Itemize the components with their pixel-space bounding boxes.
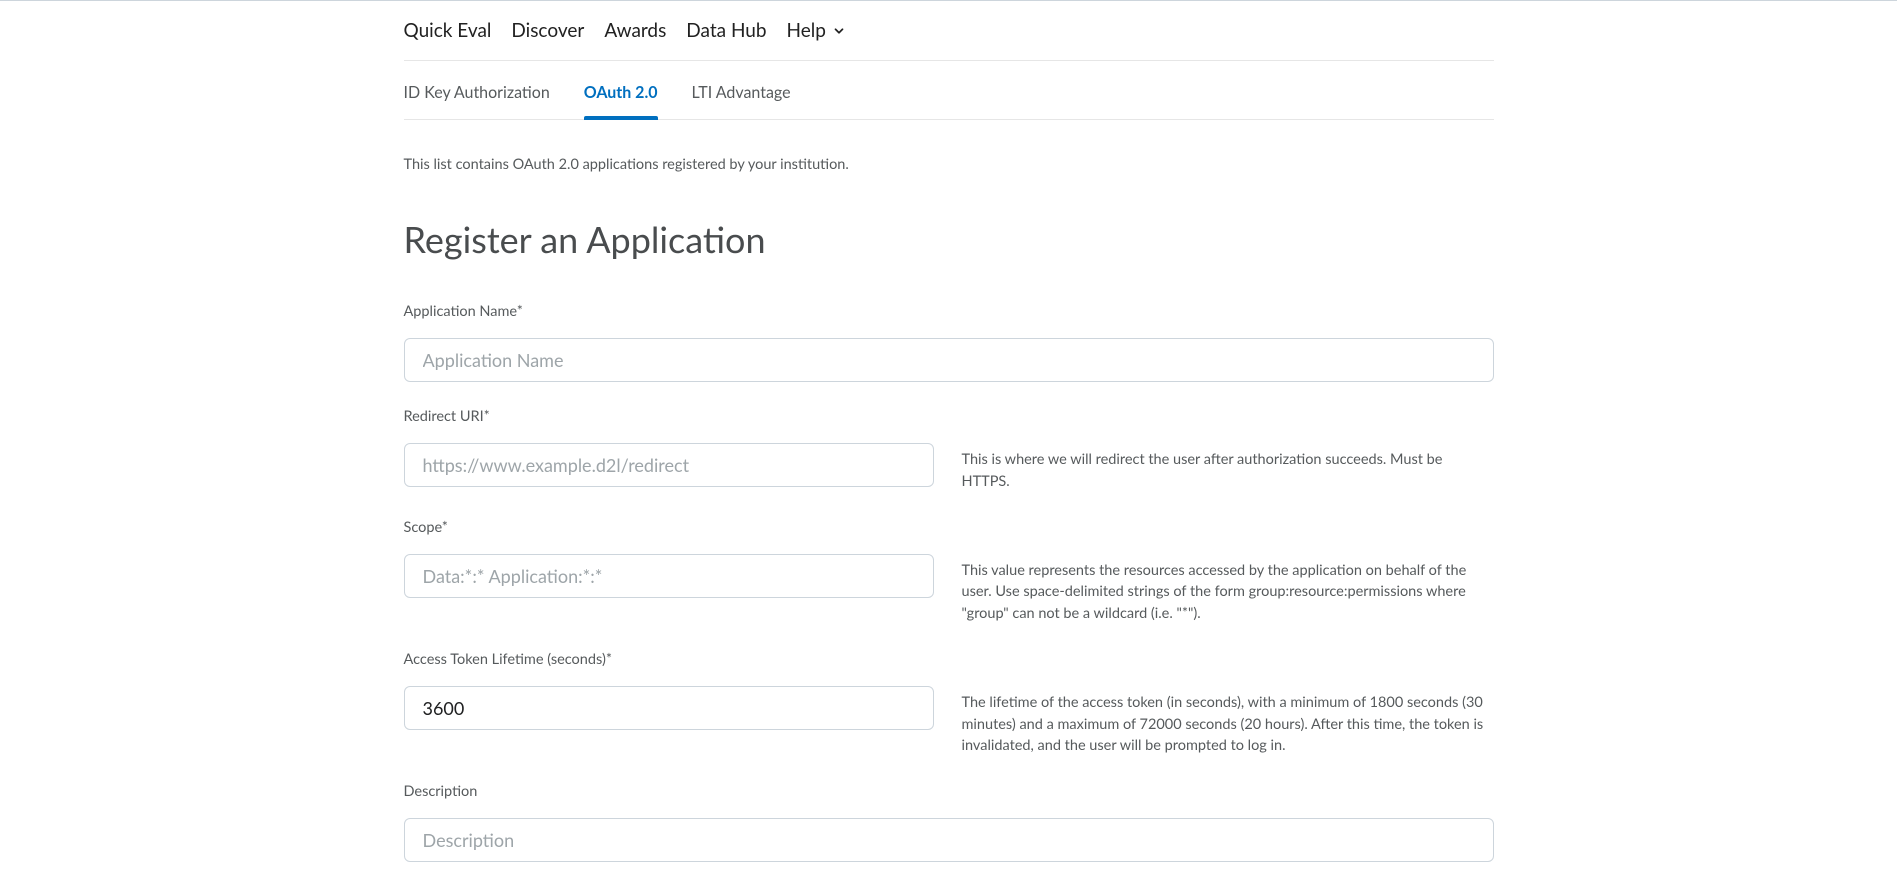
nav-quick-eval[interactable]: Quick Eval bbox=[404, 19, 492, 42]
nav-data-hub[interactable]: Data Hub bbox=[686, 19, 766, 42]
token-lifetime-row: The lifetime of the access token (in sec… bbox=[404, 686, 1494, 757]
scope-input[interactable] bbox=[404, 554, 934, 598]
scope-input-wrap bbox=[404, 554, 934, 598]
form-group-app-name: Application Name* bbox=[404, 303, 1494, 382]
nav-discover-label: Discover bbox=[511, 19, 584, 42]
form-group-description: Description bbox=[404, 783, 1494, 862]
app-name-input[interactable] bbox=[404, 338, 1494, 382]
scope-help: This value represents the resources acce… bbox=[962, 554, 1494, 625]
form-group-redirect-uri: Redirect URI* This is where we will redi… bbox=[404, 408, 1494, 493]
nav-awards[interactable]: Awards bbox=[604, 19, 666, 42]
nav-discover[interactable]: Discover bbox=[511, 19, 584, 42]
sub-tabs: ID Key Authorization OAuth 2.0 LTI Advan… bbox=[404, 61, 1494, 120]
description-input[interactable] bbox=[404, 818, 1494, 862]
redirect-uri-row: This is where we will redirect the user … bbox=[404, 443, 1494, 493]
scope-label: Scope* bbox=[404, 519, 1494, 536]
tab-lti-advantage[interactable]: LTI Advantage bbox=[692, 83, 791, 119]
token-lifetime-input[interactable] bbox=[404, 686, 934, 730]
nav-quick-eval-label: Quick Eval bbox=[404, 19, 492, 42]
tab-oauth2-label: OAuth 2.0 bbox=[584, 83, 658, 102]
tab-oauth2[interactable]: OAuth 2.0 bbox=[584, 83, 658, 119]
redirect-uri-label: Redirect URI* bbox=[404, 408, 1494, 425]
token-lifetime-label: Access Token Lifetime (seconds)* bbox=[404, 651, 1494, 668]
redirect-uri-help: This is where we will redirect the user … bbox=[962, 443, 1494, 493]
intro-text: This list contains OAuth 2.0 application… bbox=[404, 156, 1494, 173]
scope-row: This value represents the resources acce… bbox=[404, 554, 1494, 625]
description-label: Description bbox=[404, 783, 1494, 800]
nav-awards-label: Awards bbox=[604, 19, 666, 42]
nav-help-label: Help bbox=[787, 19, 826, 42]
redirect-uri-input-wrap bbox=[404, 443, 934, 487]
token-lifetime-help: The lifetime of the access token (in sec… bbox=[962, 686, 1494, 757]
page-title: Register an Application bbox=[404, 217, 1494, 261]
tab-id-key-label: ID Key Authorization bbox=[404, 83, 550, 102]
chevron-down-icon bbox=[832, 24, 846, 38]
form-group-token-lifetime: Access Token Lifetime (seconds)* The lif… bbox=[404, 651, 1494, 757]
form-group-scope: Scope* This value represents the resourc… bbox=[404, 519, 1494, 625]
app-name-label: Application Name* bbox=[404, 303, 1494, 320]
redirect-uri-input[interactable] bbox=[404, 443, 934, 487]
tab-id-key-authorization[interactable]: ID Key Authorization bbox=[404, 83, 550, 119]
tab-lti-advantage-label: LTI Advantage bbox=[692, 83, 791, 102]
nav-help[interactable]: Help bbox=[787, 19, 846, 42]
main-container: Quick Eval Discover Awards Data Hub Help… bbox=[404, 1, 1494, 862]
top-nav: Quick Eval Discover Awards Data Hub Help bbox=[404, 1, 1494, 61]
nav-data-hub-label: Data Hub bbox=[686, 19, 766, 42]
token-lifetime-input-wrap bbox=[404, 686, 934, 730]
